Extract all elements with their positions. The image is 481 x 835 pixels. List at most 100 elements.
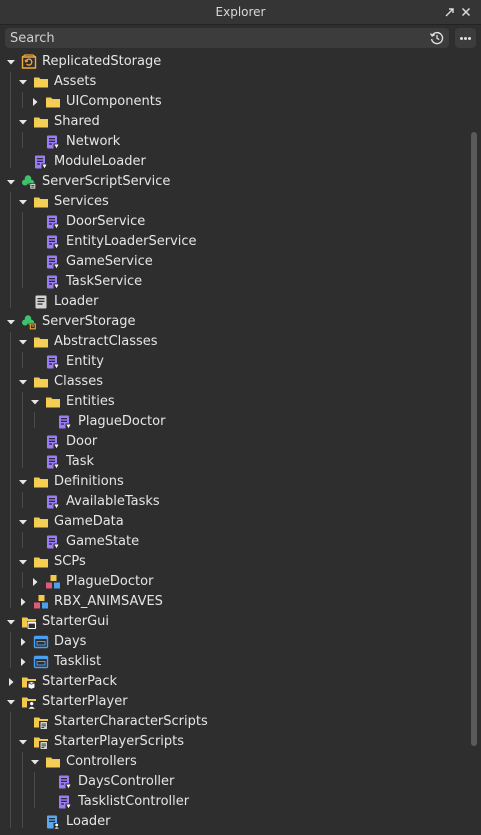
chevron-down-icon[interactable] [18, 476, 28, 488]
chevron-right-icon[interactable] [30, 96, 40, 108]
tree-item[interactable]: Loader [0, 812, 470, 832]
tree-item[interactable]: Entity [0, 352, 470, 372]
tree-item[interactable]: Definitions [0, 472, 470, 492]
tree-item-label: StarterCharacterScripts [54, 714, 208, 729]
tree-item[interactable]: Task [0, 452, 470, 472]
tree-item-label: ServerScriptService [42, 174, 171, 189]
tree-item[interactable]: Loader [0, 292, 470, 312]
tree-item-label: UIComponents [66, 94, 162, 109]
tree-item[interactable]: ReplicatedStorage [0, 52, 470, 72]
tree-item[interactable]: DoorService [0, 212, 470, 232]
module-script-icon [45, 214, 61, 230]
tree-item[interactable]: ServerScriptService [0, 172, 470, 192]
tree-item[interactable]: TasklistController [0, 792, 470, 812]
tree-item-label: Classes [54, 374, 103, 389]
tree-item-label: StarterGui [42, 614, 110, 629]
tree-item[interactable]: StarterCharacterScripts [0, 712, 470, 732]
tree-item[interactable]: StarterGui [0, 612, 470, 632]
tree-item-label: DoorService [66, 214, 146, 229]
chevron-down-icon[interactable] [18, 336, 28, 348]
chevron-down-icon[interactable] [18, 376, 28, 388]
tree-item-label: Definitions [54, 474, 124, 489]
tree-item[interactable]: Classes [0, 372, 470, 392]
chevron-down-icon[interactable] [6, 316, 16, 328]
tree-item[interactable]: StarterPack [0, 672, 470, 692]
tree-item[interactable]: GameService [0, 252, 470, 272]
tree-item[interactable]: GameData [0, 512, 470, 532]
tree-item-label: Network [66, 134, 121, 149]
folder-icon [33, 74, 49, 90]
module-script-icon [45, 454, 61, 470]
tree-item[interactable]: ServerStorage [0, 312, 470, 332]
server-storage-icon [21, 314, 37, 330]
chevron-down-icon[interactable] [6, 696, 16, 708]
tree-item[interactable]: Tasklist [0, 652, 470, 672]
tree-item-label: EntityLoaderService [66, 234, 197, 249]
module-script-icon [45, 274, 61, 290]
tree-item[interactable]: DaysController [0, 772, 470, 792]
tree-item[interactable]: PlagueDoctor [0, 572, 470, 592]
tree-item[interactable]: UIComponents [0, 92, 470, 112]
starter-pack-icon [21, 674, 37, 690]
tree-item[interactable]: AvailableTasks [0, 492, 470, 512]
folder-icon [33, 554, 49, 570]
tree-item[interactable]: Controllers [0, 752, 470, 772]
more-options-button[interactable] [455, 28, 476, 48]
tree-item-label: PlagueDoctor [66, 574, 154, 589]
folder-icon [33, 114, 49, 130]
tree-item[interactable]: Shared [0, 112, 470, 132]
tree-item-label: ModuleLoader [54, 154, 146, 169]
folder-icon [33, 474, 49, 490]
chevron-down-icon[interactable] [18, 116, 28, 128]
history-icon[interactable] [429, 30, 445, 46]
search-box[interactable] [5, 28, 449, 48]
tree-item[interactable]: RBX_ANIMSAVES [0, 592, 470, 612]
server-script-service-icon [21, 174, 37, 190]
tree-item[interactable]: AbstractClasses [0, 332, 470, 352]
chevron-right-icon[interactable] [18, 636, 28, 648]
chevron-right-icon[interactable] [6, 676, 16, 688]
tree-item[interactable]: PlagueDoctor [0, 412, 470, 432]
tree-item-label: RBX_ANIMSAVES [54, 594, 163, 609]
search-input[interactable] [10, 28, 420, 48]
tree-item-label: Entity [66, 354, 104, 369]
folder-icon [33, 374, 49, 390]
tree-item[interactable]: GameState [0, 532, 470, 552]
chevron-right-icon[interactable] [18, 656, 28, 668]
module-script-icon [45, 134, 61, 150]
folder-icon [45, 94, 61, 110]
tree-item[interactable]: Services [0, 192, 470, 212]
module-script-icon [45, 434, 61, 450]
tree-item[interactable]: StarterPlayerScripts [0, 732, 470, 752]
chevron-right-icon[interactable] [30, 576, 40, 588]
chevron-down-icon[interactable] [18, 76, 28, 88]
chevron-down-icon[interactable] [18, 516, 28, 528]
tree-item-label: StarterPlayer [42, 694, 128, 709]
tree-item[interactable]: Door [0, 432, 470, 452]
chevron-down-icon[interactable] [18, 196, 28, 208]
tree-item[interactable]: Network [0, 132, 470, 152]
tree-item[interactable]: TaskService [0, 272, 470, 292]
chevron-right-icon[interactable] [18, 596, 28, 608]
tree-item[interactable]: EntityLoaderService [0, 232, 470, 252]
chevron-down-icon[interactable] [6, 56, 16, 68]
tree-item[interactable]: SCPs [0, 552, 470, 572]
tree-item[interactable]: Days [0, 632, 470, 652]
tree-item[interactable]: ModuleLoader [0, 152, 470, 172]
chevron-down-icon[interactable] [30, 756, 40, 768]
chevron-down-icon[interactable] [6, 176, 16, 188]
undock-icon[interactable] [444, 6, 456, 18]
chevron-down-icon[interactable] [18, 736, 28, 748]
replicated-storage-icon [21, 54, 37, 70]
chevron-down-icon[interactable] [6, 616, 16, 628]
chevron-down-icon[interactable] [30, 396, 40, 408]
tree-item[interactable]: Assets [0, 72, 470, 92]
chevron-down-icon[interactable] [18, 556, 28, 568]
tree-item-label: Loader [66, 814, 111, 829]
vertical-scrollbar[interactable] [471, 132, 477, 746]
close-icon[interactable] [460, 6, 472, 18]
tree-item[interactable]: Entities [0, 392, 470, 412]
starter-scripts-icon [33, 714, 49, 730]
tree-item[interactable]: StarterPlayer [0, 692, 470, 712]
starter-player-icon [21, 694, 37, 710]
